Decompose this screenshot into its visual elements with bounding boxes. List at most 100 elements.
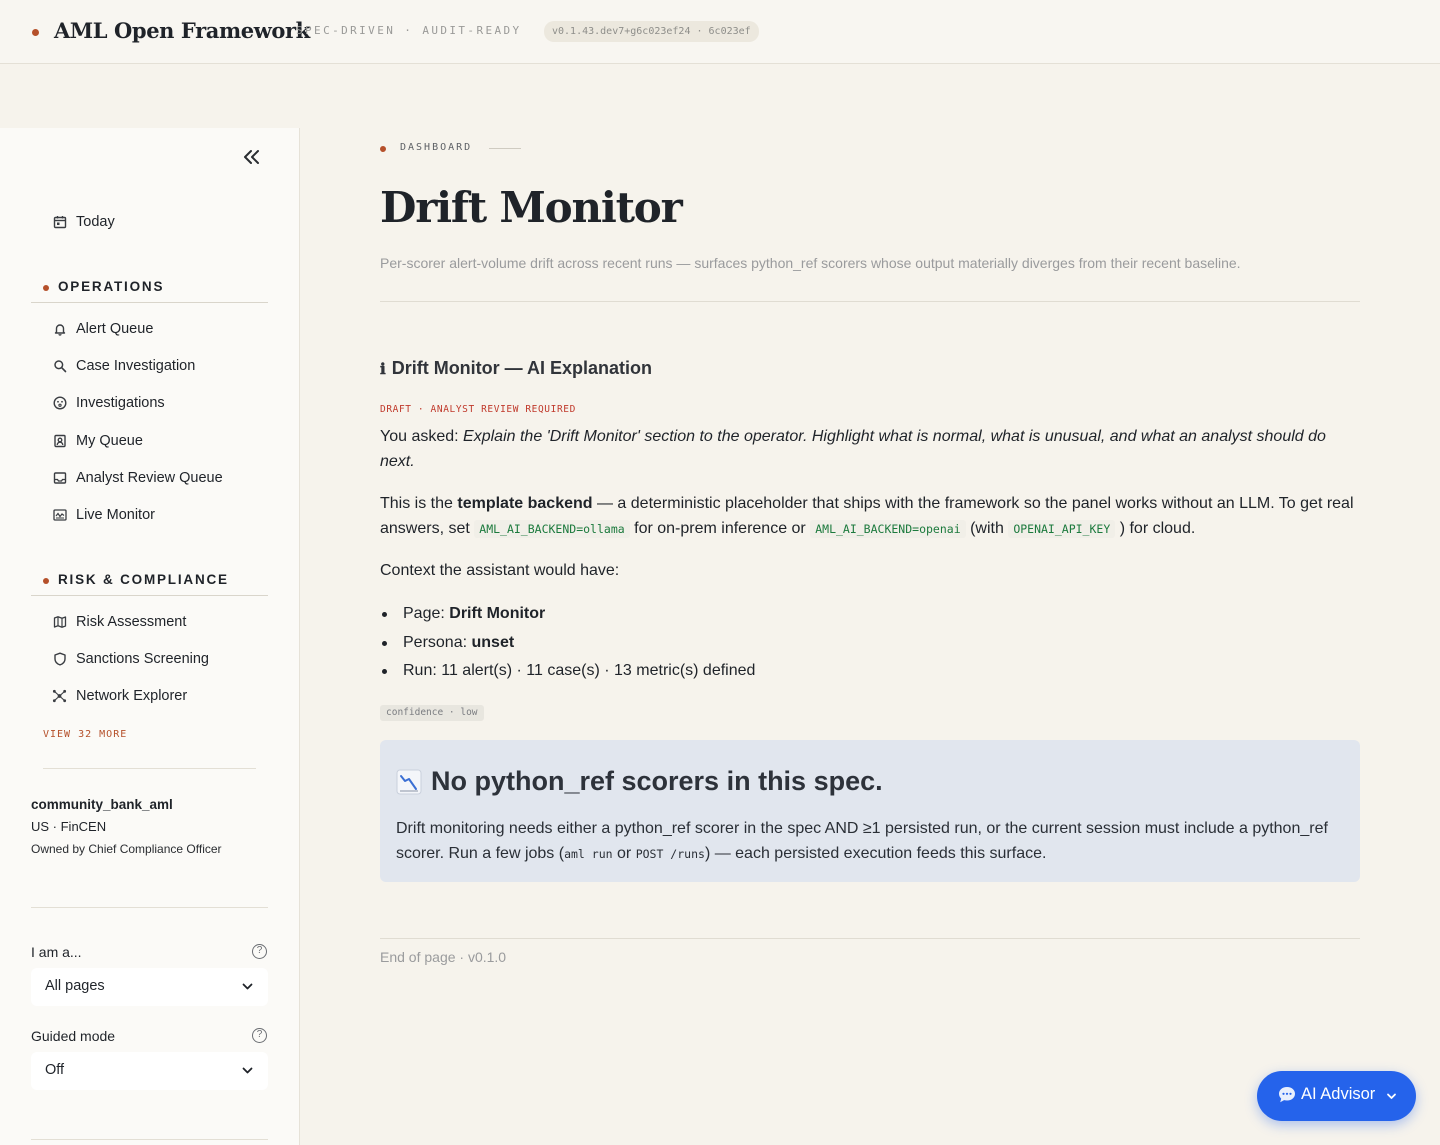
sidebar-divider (31, 1139, 268, 1140)
draft-badge: DRAFT · ANALYST REVIEW REQUIRED (380, 404, 576, 415)
breadcrumb-dot (380, 146, 386, 152)
sidebar-item-risk-assessment[interactable]: Risk Assessment (52, 611, 186, 633)
context-persona-value: unset (471, 633, 515, 651)
page-subtitle: Per-scorer alert-volume drift across rec… (380, 255, 1241, 271)
brand-dot (32, 29, 39, 36)
persona-label: I am a... (31, 944, 82, 960)
sidebar-item-sanctions-screening[interactable]: Sanctions Screening (52, 648, 209, 670)
chevron-down-icon (242, 983, 253, 990)
sidebar-item-case-investigation[interactable]: Case Investigation (52, 355, 195, 377)
notice-body: Drift monitoring needs either a python_r… (396, 817, 1336, 866)
help-icon[interactable]: ? (252, 1028, 267, 1043)
sidebar-item-live-monitor[interactable]: Live Monitor (52, 504, 155, 526)
text-span: (with (970, 520, 1004, 537)
breadcrumb-line (489, 148, 521, 149)
collapse-sidebar-button[interactable] (242, 146, 262, 168)
notice-title: No python_ref scorers in this spec. (396, 766, 883, 797)
info-icon: ℹ (380, 361, 386, 378)
shield-icon (52, 652, 67, 667)
sidebar-divider (31, 907, 268, 908)
ai-question-text: Explain the 'Drift Monitor' section to t… (380, 428, 1326, 470)
tagline: SPEC-DRIVEN · AUDIT-READY (296, 24, 522, 37)
sidebar-item-label: Case Investigation (76, 358, 196, 374)
inbox-icon (52, 471, 67, 486)
confidence-badge: confidence · low (380, 705, 484, 721)
persona-select-value: All pages (45, 978, 105, 994)
sidebar-item-label: Investigations (76, 395, 165, 411)
sidebar-item-label: Today (76, 214, 115, 230)
sidebar-item-network-explorer[interactable]: Network Explorer (52, 685, 187, 707)
text-span: This is the (380, 495, 453, 512)
sidebar-item-my-queue[interactable]: My Queue (52, 430, 143, 452)
context-intro: Context the assistant would have: (380, 562, 620, 579)
text-span: or (617, 844, 632, 862)
sidebar-item-label: Sanctions Screening (76, 651, 209, 667)
section-title: OPERATIONS (58, 279, 165, 294)
context-run-value: Run: 11 alert(s) · 11 case(s) · 13 metri… (403, 662, 756, 679)
calendar-icon (52, 215, 67, 230)
text-span: Page: (403, 605, 445, 622)
section-title: RISK & COMPLIANCE (58, 572, 229, 587)
breadcrumb: DASHBOARD (400, 142, 473, 153)
monitor-icon (52, 508, 67, 523)
chevron-down-icon (242, 1067, 253, 1074)
template-backend-text: template backend (457, 495, 593, 512)
search-icon (52, 359, 67, 374)
version-badge: v0.1.43.dev7+g6c023ef24 · 6c023ef (544, 21, 759, 42)
ai-advisor-label: AI Advisor (1301, 1085, 1376, 1103)
ai-advisor-button[interactable]: AI Advisor (1257, 1071, 1416, 1121)
code-post-runs: POST /runs (635, 846, 705, 861)
ai-backend-note: This is the template backend — a determi… (380, 491, 1365, 542)
workspace-owner: Owned by Chief Compliance Officer (31, 842, 222, 856)
list-item: Persona: unset (380, 629, 755, 658)
chevron-down-icon (1387, 1093, 1396, 1099)
section-operations: OPERATIONS (31, 279, 268, 303)
view-more-link[interactable]: VIEW 32 MORE (43, 729, 127, 740)
empty-state-notice: No python_ref scorers in this spec. Drif… (380, 740, 1360, 882)
persona-select[interactable]: All pages (31, 968, 268, 1006)
code-aml-run: aml run (564, 846, 613, 861)
map-icon (52, 615, 67, 630)
sidebar-divider (43, 768, 256, 769)
workspace-name: community_bank_aml (31, 797, 173, 812)
bell-icon (52, 322, 67, 337)
help-icon[interactable]: ? (252, 944, 267, 959)
brand-title[interactable]: AML Open Framework (54, 18, 310, 43)
sidebar-item-alert-queue[interactable]: Alert Queue (52, 318, 153, 340)
page-footer: End of page · v0.1.0 (380, 949, 507, 965)
text-span: ) — each persisted execution feeds this … (704, 844, 1047, 862)
sidebar-item-investigations[interactable]: Investigations (52, 392, 165, 414)
text-span: ) for cloud. (1119, 520, 1196, 537)
guided-mode-select[interactable]: Off (31, 1052, 268, 1090)
double-chevron-left-icon (244, 150, 259, 164)
text-span: for on-prem inference or (634, 520, 806, 537)
sidebar-item-label: Risk Assessment (76, 614, 187, 630)
ai-explanation-title: ℹ Drift Monitor — AI Explanation (380, 358, 652, 379)
sidebar-item-label: Alert Queue (76, 321, 154, 337)
sidebar-item-label: Live Monitor (76, 507, 155, 523)
text-span: Persona: (403, 633, 468, 651)
ai-question: You asked: Explain the 'Drift Monitor' s… (380, 424, 1365, 474)
sidebar-item-label: Analyst Review Queue (76, 470, 223, 486)
footer-divider (380, 938, 1360, 939)
chat-bubble-icon (1279, 1087, 1295, 1103)
list-item: Run: 11 alert(s) · 11 case(s) · 13 metri… (380, 657, 755, 686)
ai-title-text: Drift Monitor — AI Explanation (391, 358, 653, 378)
header-divider (380, 301, 1360, 302)
ai-question-prefix: You asked: (380, 428, 459, 445)
top-bar: AML Open Framework SPEC-DRIVEN · AUDIT-R… (0, 0, 1440, 64)
section-dot (43, 578, 49, 584)
guided-mode-label: Guided mode (31, 1028, 116, 1044)
workspace-region: US · FinCEN (31, 819, 107, 834)
user-badge-icon (52, 434, 67, 449)
sidebar-item-today[interactable]: Today (52, 211, 115, 233)
context-page-value: Drift Monitor (449, 605, 546, 622)
section-dot (43, 285, 49, 291)
page-title: Drift Monitor (380, 183, 683, 232)
context-list: Page: Drift Monitor Persona: unset Run: … (380, 600, 755, 686)
section-risk-compliance: RISK & COMPLIANCE (31, 572, 268, 596)
code-openai: AML_AI_BACKEND=openai (810, 520, 966, 538)
sidebar-item-label: Network Explorer (76, 688, 188, 704)
sidebar-item-analyst-review-queue[interactable]: Analyst Review Queue (52, 467, 223, 489)
face-icon (52, 396, 67, 411)
